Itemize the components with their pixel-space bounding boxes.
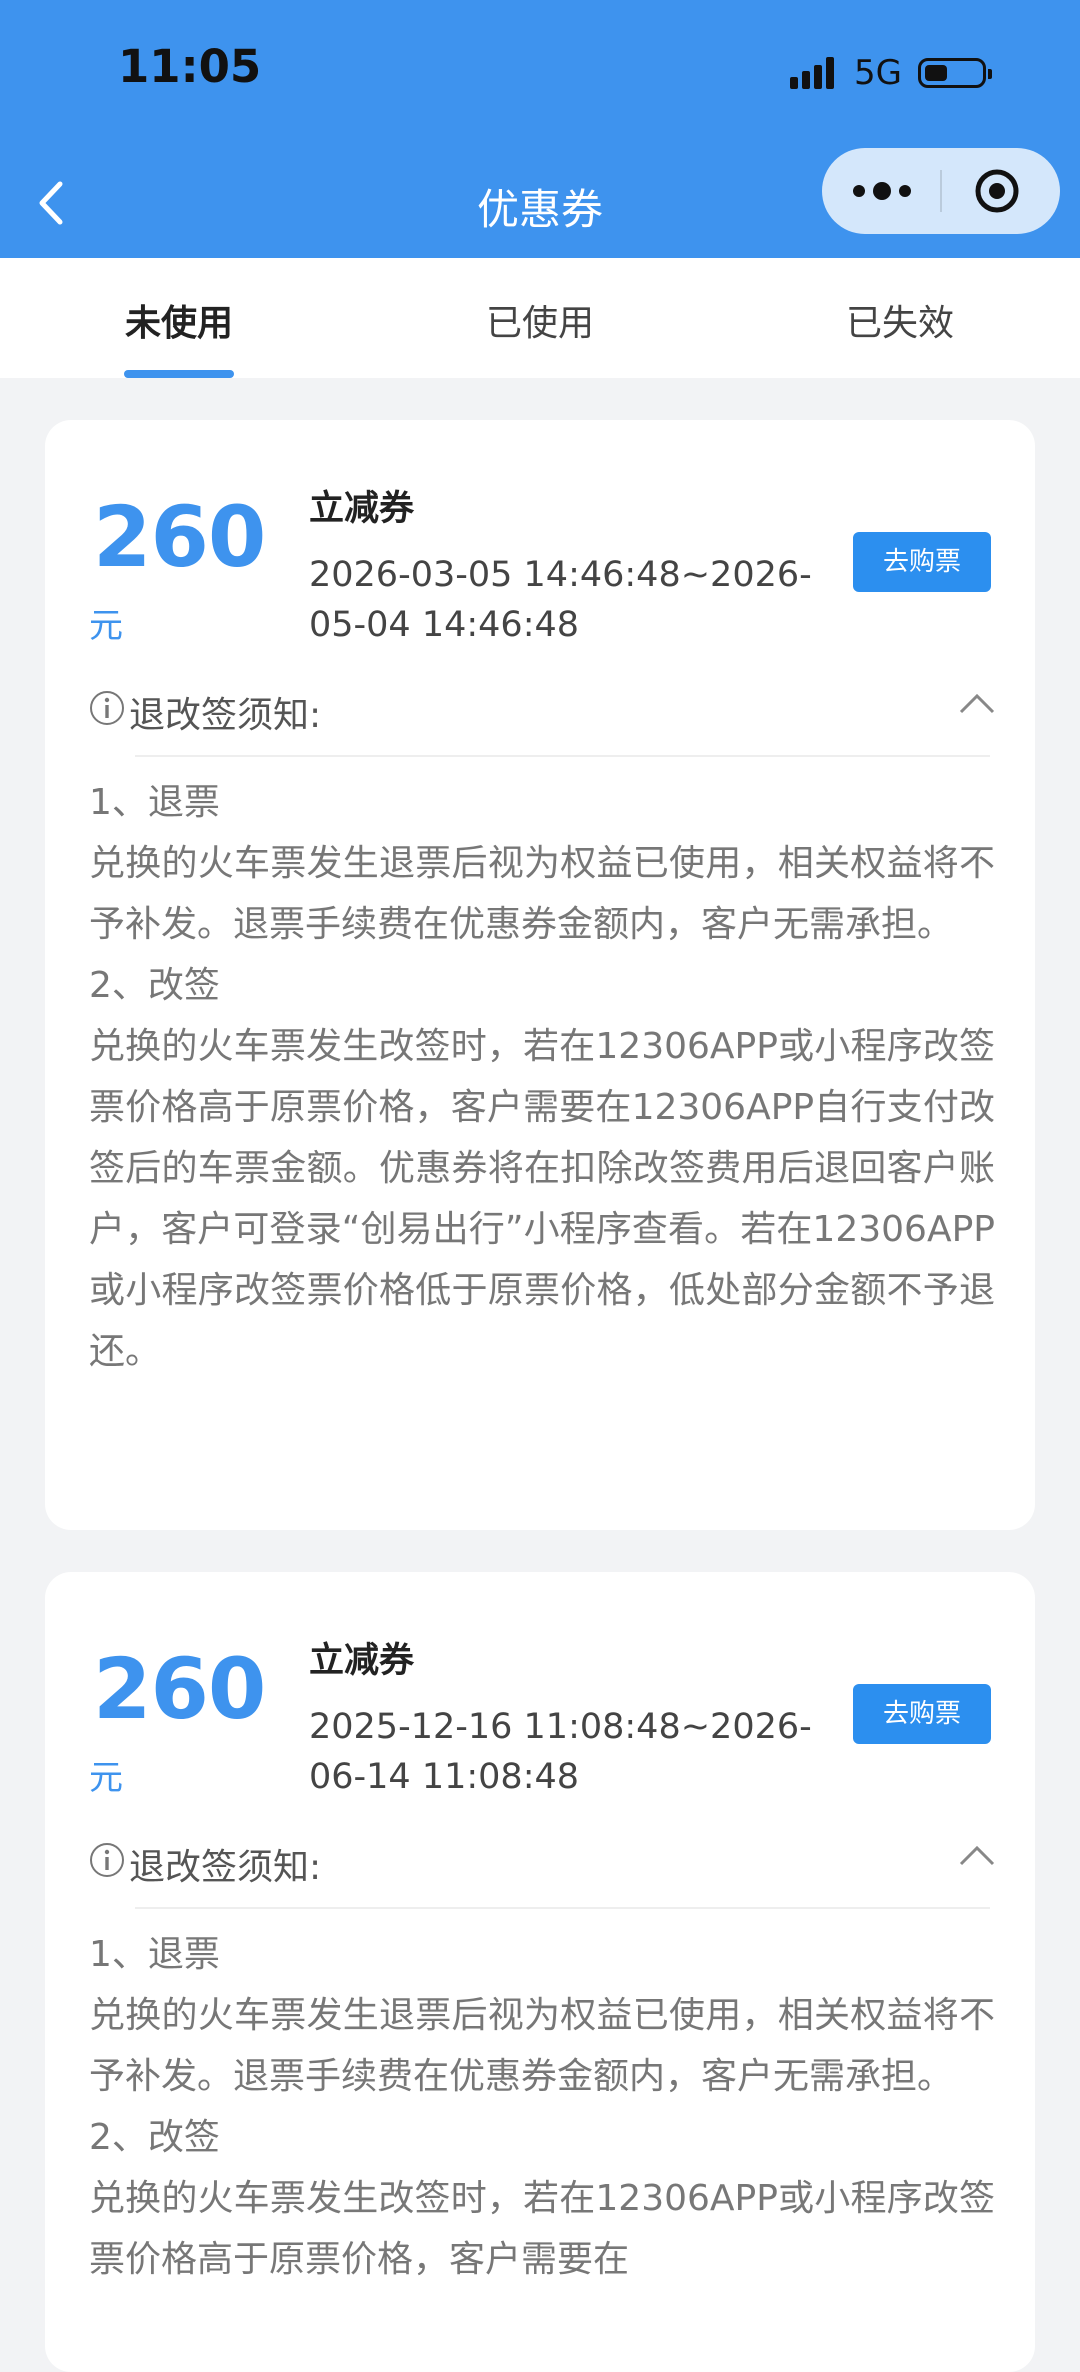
- coupon-validity: 2025-12-16 11:08:48~2026-06-14 11:08:48: [309, 1707, 812, 1797]
- notice-text: 1、退票 兑换的火车票发生退票后视为权益已使用，相关权益将不予补发。退票手续费在…: [89, 1924, 995, 2290]
- close-miniprogram-icon[interactable]: [974, 168, 1020, 214]
- coupon-type: 立减券: [309, 489, 415, 529]
- divider: [135, 755, 990, 757]
- notice-heading-change: 2、改签: [89, 965, 220, 1006]
- info-icon: [90, 691, 124, 725]
- capsule-divider: [940, 170, 942, 212]
- notice-label: 退改签须知:: [129, 1847, 322, 1888]
- coupon-amount: 260: [93, 488, 266, 586]
- coupon-unit: 元: [89, 1758, 123, 1798]
- coupon-unit: 元: [89, 606, 123, 646]
- notice-paragraph-refund: 兑换的火车票发生退票后视为权益已使用，相关权益将不予补发。退票手续费在优惠券金额…: [89, 843, 995, 945]
- tab-unused[interactable]: 未使用: [79, 294, 279, 346]
- signal-icon: [788, 51, 844, 95]
- tab-indicator: [124, 370, 234, 378]
- notice-heading-refund: 1、退票: [89, 1934, 220, 1975]
- network-type: 5G: [854, 53, 902, 93]
- status-icons: 5G: [788, 50, 992, 96]
- notice-heading-refund: 1、退票: [89, 782, 220, 823]
- header: 11:05 5G 优惠券: [0, 0, 1080, 258]
- more-icon[interactable]: [850, 174, 914, 208]
- coupon-type: 立减券: [309, 1641, 415, 1681]
- notice-paragraph-change: 兑换的火车票发生改签时，若在12306APP或小程序改签票价格高于原票价格，客户…: [89, 1026, 995, 1372]
- buy-ticket-button[interactable]: 去购票: [853, 532, 991, 592]
- divider: [135, 1907, 990, 1909]
- notice-heading-change: 2、改签: [89, 2117, 220, 2158]
- tab-used[interactable]: 已使用: [440, 294, 640, 346]
- chevron-up-icon[interactable]: [959, 690, 995, 718]
- coupon-amount: 260: [93, 1640, 266, 1738]
- info-icon: [90, 1843, 124, 1877]
- notice-label: 退改签须知:: [129, 695, 322, 736]
- status-time: 11:05: [118, 40, 262, 93]
- miniprogram-capsule: [822, 148, 1060, 234]
- notice-text: 1、退票 兑换的火车票发生退票后视为权益已使用，相关权益将不予补发。退票手续费在…: [89, 772, 995, 1382]
- notice-paragraph-refund: 兑换的火车票发生退票后视为权益已使用，相关权益将不予补发。退票手续费在优惠券金额…: [89, 1995, 995, 2097]
- battery-icon: [917, 58, 992, 88]
- coupon-card: 260 元 立减券 2026-03-05 14:46:48~2026-05-04…: [45, 420, 1035, 1530]
- coupon-card: 260 元 立减券 2025-12-16 11:08:48~2026-06-14…: [45, 1572, 1035, 2372]
- chevron-up-icon[interactable]: [959, 1842, 995, 1870]
- notice-toggle[interactable]: 退改签须知:: [89, 682, 995, 742]
- notice-paragraph-change: 兑换的火车票发生改签时，若在12306APP或小程序改签票价格高于原票价格，客户…: [89, 2178, 995, 2280]
- buy-ticket-button[interactable]: 去购票: [853, 1684, 991, 1744]
- notice-toggle[interactable]: 退改签须知:: [89, 1834, 995, 1894]
- coupon-validity: 2026-03-05 14:46:48~2026-05-04 14:46:48: [309, 555, 812, 645]
- tab-bar: 未使用 已使用 已失效: [0, 258, 1080, 378]
- tab-expired[interactable]: 已失效: [800, 294, 1000, 346]
